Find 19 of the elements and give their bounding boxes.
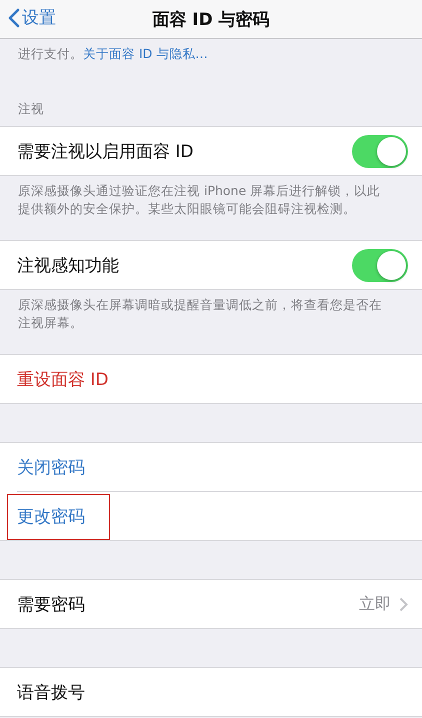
row-label: 需要注视以启用面容 ID: [17, 140, 195, 162]
row-value: 立即: [359, 594, 391, 614]
footer-note: 原深感摄像头在屏幕调暗或提醒音量调低之前，将查看您是否在注视屏幕。: [17, 296, 383, 332]
row-label[interactable]: 语音拨号: [17, 680, 408, 704]
toggle-switch[interactable]: [352, 134, 408, 168]
chevron-left-icon: [8, 8, 20, 28]
page-title: 面容 ID 与密码: [152, 8, 270, 30]
toggle-switch[interactable]: [352, 248, 408, 282]
back-button[interactable]: 设置: [8, 6, 56, 29]
action-link[interactable]: 重设面容 ID: [17, 368, 408, 390]
footer-note: 进行支付。关于面容 ID 与隐私…: [17, 45, 209, 63]
section-header: 注视: [17, 100, 45, 118]
action-link[interactable]: 更改密码: [17, 504, 408, 528]
privacy-link[interactable]: 关于面容 ID 与隐私…: [83, 46, 208, 61]
row-label[interactable]: 需要密码: [17, 592, 359, 616]
chevron-icon: [399, 596, 408, 612]
footer-note: 原深感摄像头通过验证您在注视 iPhone 屏幕后进行解锁，以此提供额外的安全保护。某些太阳眼镜可能会阻碍注视检测。: [17, 182, 382, 218]
row-label: 注视感知功能: [17, 254, 120, 276]
action-link[interactable]: 关闭密码: [17, 456, 408, 478]
